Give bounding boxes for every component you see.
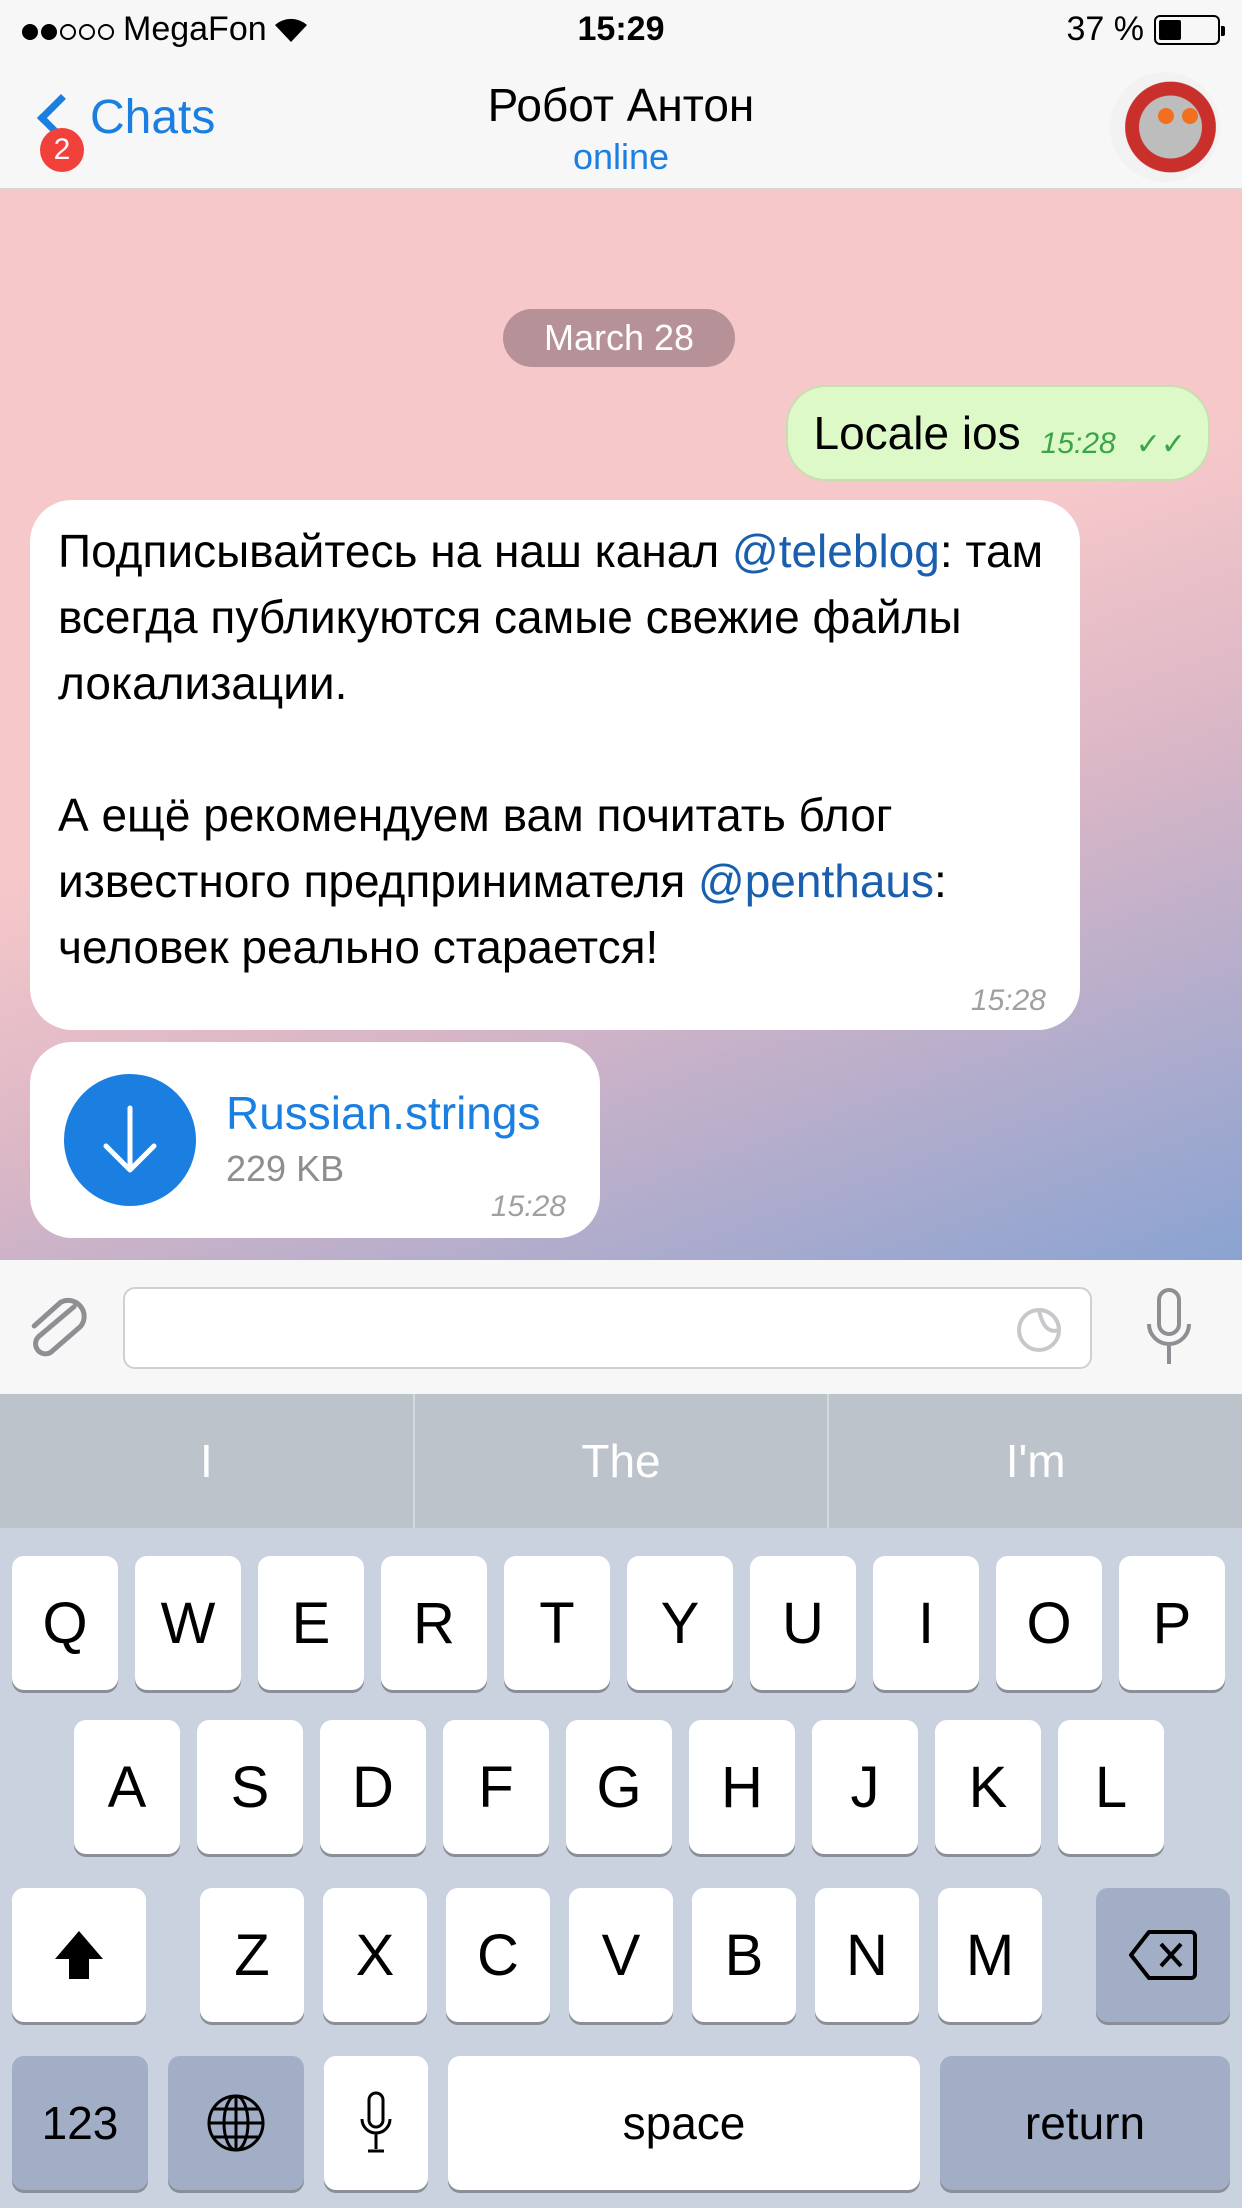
key-c[interactable]: C (446, 1888, 550, 2022)
robot-eye-icon (1182, 108, 1198, 124)
key-g[interactable]: G (566, 1720, 672, 1854)
backspace-icon (1129, 1930, 1197, 1980)
battery-icon (1154, 14, 1225, 45)
key-l[interactable]: L (1058, 1720, 1164, 1854)
globe-icon (207, 2094, 265, 2152)
channel-link-teleblog[interactable]: @teleblog (732, 525, 940, 577)
file-size: 229 KB (226, 1148, 345, 1189)
chat-title[interactable]: Робот Антон (0, 78, 1242, 132)
attach-paperclip-icon[interactable] (26, 1294, 88, 1364)
microphone-icon[interactable] (1144, 1286, 1194, 1366)
key-b[interactable]: B (692, 1888, 796, 2022)
avatar[interactable] (1110, 72, 1220, 182)
paragraph-spacer (58, 716, 1052, 782)
suggestion[interactable]: I'm (829, 1394, 1242, 1528)
microphone-icon (360, 2091, 392, 2153)
robot-eye-icon (1158, 108, 1174, 124)
return-key[interactable]: return (940, 2056, 1230, 2190)
key-s[interactable]: S (197, 1720, 303, 1854)
key-j[interactable]: J (812, 1720, 918, 1854)
key-e[interactable]: E (258, 1556, 364, 1690)
battery-percent: 37 % (1066, 10, 1145, 48)
keyboard: Q W E R T Y U I O P A S D F G H J K L Z … (0, 1528, 1242, 2208)
message-text: Locale ios (813, 407, 1021, 459)
key-f[interactable]: F (443, 1720, 549, 1854)
key-h[interactable]: H (689, 1720, 795, 1854)
suggestion[interactable]: I (0, 1394, 415, 1528)
key-q[interactable]: Q (12, 1556, 118, 1690)
key-m[interactable]: M (938, 1888, 1042, 2022)
message-input[interactable] (123, 1287, 1092, 1369)
file-message[interactable]: Russian.strings 229 KB 15:28 (30, 1042, 600, 1238)
key-z[interactable]: Z (200, 1888, 304, 2022)
file-name[interactable]: Russian.strings (226, 1086, 540, 1140)
key-t[interactable]: T (504, 1556, 610, 1690)
key-x[interactable]: X (323, 1888, 427, 2022)
globe-key[interactable] (168, 2056, 304, 2190)
key-d[interactable]: D (320, 1720, 426, 1854)
status-bar: MegaFon 15:29 37 % (0, 0, 1242, 60)
key-y[interactable]: Y (627, 1556, 733, 1690)
message-time: 15:28 (1040, 427, 1116, 460)
backspace-key[interactable] (1096, 1888, 1230, 2022)
download-button[interactable] (64, 1074, 196, 1206)
message-time: 15:28 (970, 984, 1046, 1017)
message-time: 15:28 (490, 1190, 566, 1223)
navigation-bar: Chats 2 Робот Антон online (0, 60, 1242, 190)
message-text: Подписывайтесь на наш канал (58, 525, 732, 577)
key-o[interactable]: O (996, 1556, 1102, 1690)
dictation-key[interactable] (324, 2056, 428, 2190)
incoming-message[interactable]: Подписывайтесь на наш канал @teleblog: т… (30, 500, 1080, 1030)
key-w[interactable]: W (135, 1556, 241, 1690)
key-k[interactable]: K (935, 1720, 1041, 1854)
key-r[interactable]: R (381, 1556, 487, 1690)
sticker-icon[interactable] (1014, 1305, 1064, 1355)
space-key[interactable]: space (448, 2056, 920, 2190)
predictive-bar: I The I'm (0, 1394, 1242, 1528)
input-bar (0, 1260, 1242, 1394)
chat-status: online (572, 136, 670, 177)
key-a[interactable]: A (74, 1720, 180, 1854)
numbers-key[interactable]: 123 (12, 2056, 148, 2190)
date-separator: March 28 (503, 309, 735, 367)
outgoing-message[interactable]: Locale ios 15:28 ✓✓ (785, 385, 1210, 481)
channel-link-penthaus[interactable]: @penthaus (698, 855, 934, 907)
key-p[interactable]: P (1119, 1556, 1225, 1690)
download-arrow-icon (103, 1105, 157, 1173)
key-n[interactable]: N (815, 1888, 919, 2022)
key-v[interactable]: V (569, 1888, 673, 2022)
shift-arrow-icon (55, 1931, 103, 1979)
key-i[interactable]: I (873, 1556, 979, 1690)
double-check-icon: ✓✓ (1135, 427, 1186, 461)
suggestion[interactable]: The (415, 1394, 830, 1528)
message-paragraph: А ещё рекомендуем вам почитать блог изве… (58, 782, 1052, 980)
message-list[interactable]: March 28 Locale ios 15:28 ✓✓ Подписывайт… (0, 190, 1242, 1260)
clock: 15:29 (577, 10, 665, 48)
message-paragraph: Подписывайтесь на наш канал @teleblog: т… (58, 518, 1052, 716)
key-u[interactable]: U (750, 1556, 856, 1690)
shift-key[interactable] (12, 1888, 146, 2022)
